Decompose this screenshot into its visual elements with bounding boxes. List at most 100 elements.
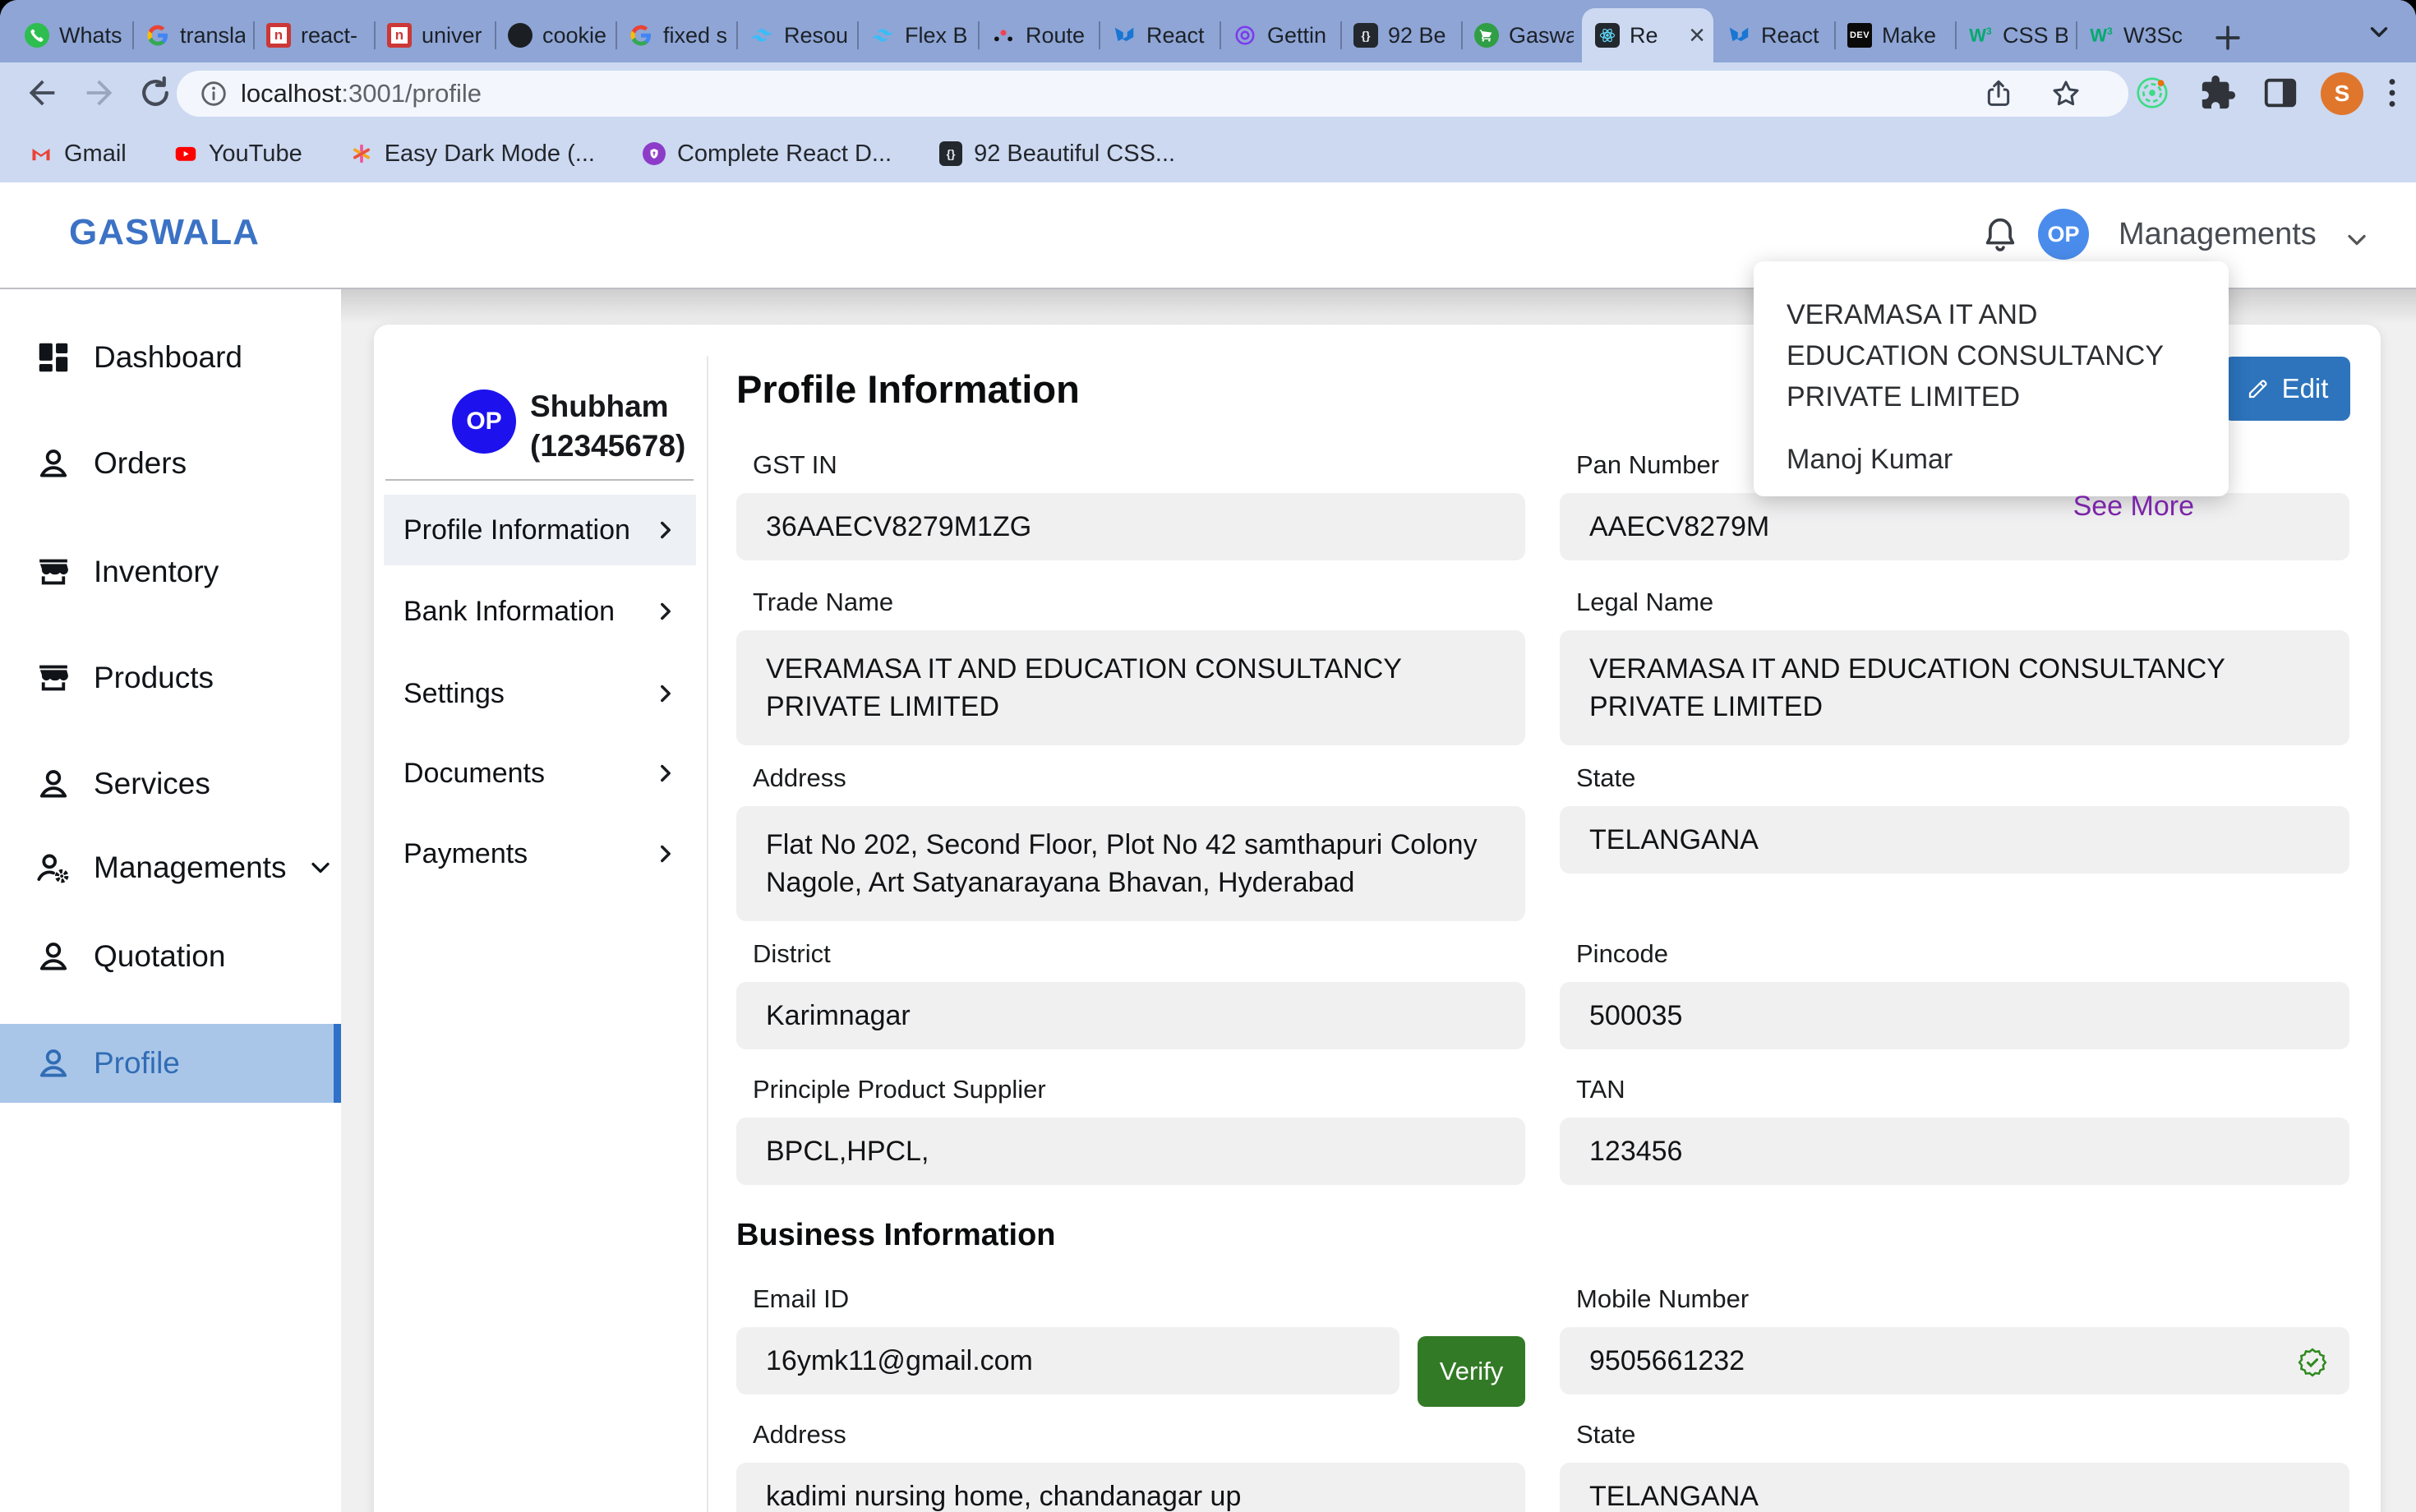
browser-tab[interactable]: Flex B (857, 8, 978, 62)
browser-tab[interactable]: Resou (736, 8, 857, 62)
pincode-input[interactable]: 500035 (1560, 982, 2349, 1049)
extensions-puzzle-icon[interactable] (2199, 74, 2237, 112)
sidebar-item-managements[interactable]: Managements (0, 828, 341, 907)
account-chevron-down-icon[interactable] (2342, 225, 2372, 255)
panel-menu-profile-information[interactable]: Profile Information (384, 495, 696, 565)
bookmark-item[interactable]: {}92 Beautiful CSS... (939, 141, 1175, 168)
tab-label: Make (1882, 23, 1936, 48)
reload-button[interactable] (136, 74, 174, 112)
sidebar-item-profile[interactable]: Profile (0, 1024, 341, 1103)
npm-favicon-icon: n (387, 23, 412, 48)
field-tan: TAN 123456 (1560, 1075, 2349, 1185)
field-supplier: Principle Product Supplier BPCL,HPCL, (736, 1075, 1525, 1185)
youtube-favicon-icon (174, 142, 197, 165)
share-icon[interactable] (1982, 77, 2015, 110)
forward-button[interactable] (81, 74, 118, 112)
browser-tab[interactable]: cookie (495, 8, 616, 62)
state-input[interactable]: TELANGANA (1560, 806, 2349, 874)
edit-button[interactable]: Edit (2224, 357, 2350, 421)
trade-name-value: VERAMASA IT AND EDUCATION CONSULTANCY PR… (766, 653, 1401, 722)
sidebar-item-inventory[interactable]: Inventory (0, 532, 341, 611)
side-panel-icon[interactable] (2262, 74, 2299, 112)
browser-tab[interactable]: Route (978, 8, 1099, 62)
biz-state-input[interactable]: TELANGANA (1560, 1463, 2349, 1512)
field-label: Pincode (1576, 939, 2349, 969)
sidebar-item-orders[interactable]: Orders (0, 424, 341, 503)
sidebar-item-quotation[interactable]: Quotation (0, 917, 341, 996)
sidebar-item-dashboard[interactable]: Dashboard (0, 318, 341, 397)
browser-tab[interactable]: W3CSS B (1955, 8, 2076, 62)
trade-name-input[interactable]: VERAMASA IT AND EDUCATION CONSULTANCY PR… (736, 630, 1525, 745)
profile-panel-avatar: OP (452, 390, 516, 454)
tan-input[interactable]: 123456 (1560, 1118, 2349, 1185)
header-account-name[interactable]: Managements (2119, 217, 2317, 252)
bookmark-star-icon[interactable] (2049, 77, 2082, 110)
browser-tab[interactable]: DEVMake (1834, 8, 1955, 62)
bookmark-label: YouTube (209, 141, 302, 168)
bookmark-item[interactable]: Easy Dark Mode (... (350, 141, 595, 168)
state-value: TELANGANA (1589, 824, 1759, 856)
browser-tab[interactable]: W3W3Sc (2076, 8, 2197, 62)
tab-label: Gaswa (1509, 23, 1574, 48)
notification-bell-icon[interactable] (1979, 214, 2022, 256)
w3-favicon-icon: W3 (1968, 23, 1993, 48)
tab-label: univer (422, 23, 482, 48)
verify-button[interactable]: Verify (1418, 1336, 1525, 1407)
tab-search-chevron-icon[interactable] (2365, 18, 2393, 46)
supplier-input[interactable]: BPCL,HPCL, (736, 1118, 1525, 1185)
popup-company-name: VERAMASA IT AND EDUCATION CONSULTANCY PR… (1787, 294, 2194, 417)
browser-tab[interactable]: Gaswa (1461, 8, 1582, 62)
field-label: State (1576, 1420, 2349, 1450)
bookmark-item[interactable]: Complete React D... (643, 141, 892, 168)
browser-tab[interactable]: nuniver (374, 8, 495, 62)
biz-address-value: kadimi nursing home, chandanagar up (766, 1481, 1241, 1512)
browser-tab[interactable]: React (1713, 8, 1834, 62)
chrome-profile-avatar[interactable]: S (2321, 72, 2363, 115)
sidebar-item-services[interactable]: Services (0, 744, 341, 823)
browser-tab[interactable]: Gettin (1220, 8, 1340, 62)
browser-tab[interactable]: nreact- (253, 8, 374, 62)
chrome-menu-kebab-icon[interactable] (2373, 74, 2411, 112)
bookmark-item[interactable]: Gmail (30, 141, 127, 168)
form-title: Profile Information (736, 366, 1080, 412)
address-input[interactable]: Flat No 202, Second Floor, Plot No 42 sa… (736, 806, 1525, 921)
browser-tab[interactable]: transla (132, 8, 253, 62)
gstin-input[interactable]: 36AAECV8279M1ZG (736, 493, 1525, 560)
tab-label: W3Sc (2123, 23, 2183, 48)
mobile-input[interactable]: 9505661232 (1560, 1327, 2349, 1394)
site-info-icon[interactable] (198, 78, 229, 109)
panel-menu-bank-information[interactable]: Bank Information (384, 576, 696, 647)
district-input[interactable]: Karimnagar (736, 982, 1525, 1049)
chevron-down-icon (306, 853, 335, 883)
tab-label: fixed s (663, 23, 727, 48)
browser-tab-active[interactable]: Re× (1582, 8, 1713, 62)
mui-favicon-icon (1727, 23, 1751, 48)
tab-close-icon[interactable]: × (1689, 21, 1705, 49)
back-button[interactable] (23, 74, 61, 112)
panel-menu-payments[interactable]: Payments (384, 818, 696, 889)
bookmark-label: Complete React D... (677, 141, 892, 168)
bookmark-item[interactable]: YouTube (174, 141, 302, 168)
new-tab-button[interactable] (2210, 20, 2246, 56)
browser-tab[interactable]: {}92 Be (1340, 8, 1461, 62)
header-account-avatar[interactable]: OP (2038, 209, 2089, 260)
browser-tab[interactable]: fixed s (616, 8, 736, 62)
url-text: localhost:3001/profile (241, 79, 482, 108)
sidebar-item-products[interactable]: Products (0, 638, 341, 717)
address-bar[interactable]: localhost:3001/profile (177, 71, 2128, 117)
biz-address-input[interactable]: kadimi nursing home, chandanagar up (736, 1463, 1525, 1512)
legal-name-input[interactable]: VERAMASA IT AND EDUCATION CONSULTANCY PR… (1560, 630, 2349, 745)
panel-menu-settings[interactable]: Settings (384, 658, 696, 729)
panel-menu-documents[interactable]: Documents (384, 738, 696, 809)
see-more-link[interactable]: See More (1787, 491, 2194, 523)
react-devtools-extension-icon[interactable] (2133, 74, 2171, 112)
email-input[interactable]: 16ymk11@gmail.com (736, 1327, 1399, 1394)
field-label: Address (753, 763, 1525, 793)
field-label: Email ID (753, 1284, 1525, 1314)
mobile-value: 9505661232 (1589, 1345, 1745, 1377)
address-value: Flat No 202, Second Floor, Plot No 42 sa… (766, 829, 1478, 898)
supplier-value: BPCL,HPCL, (766, 1136, 929, 1168)
browser-tab[interactable]: Whats (12, 8, 132, 62)
browser-tab[interactable]: React (1099, 8, 1220, 62)
bookmark-label: Easy Dark Mode (... (385, 141, 595, 168)
